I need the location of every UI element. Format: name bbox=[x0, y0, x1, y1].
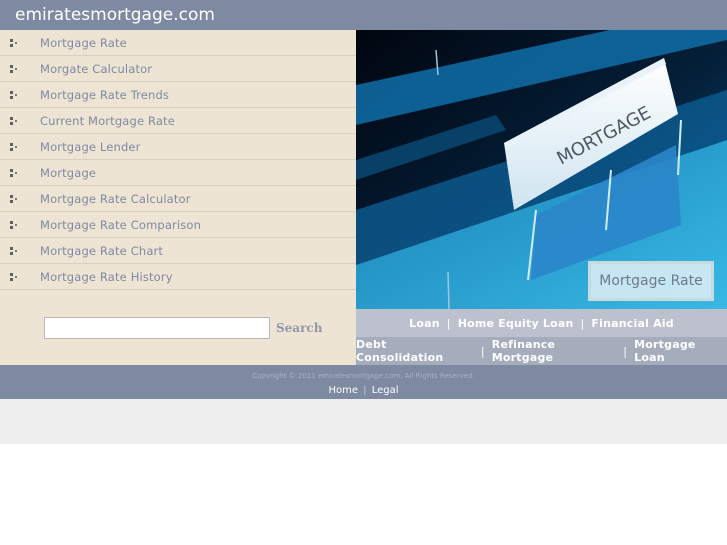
sidebar-item-label[interactable]: Mortgage Rate Calculator bbox=[40, 192, 191, 206]
sidebar-item-mortgage-lender[interactable]: Mortgage Lender bbox=[0, 134, 356, 160]
sidebar-item-mortgage[interactable]: Mortgage bbox=[0, 160, 356, 186]
footer-link-home[interactable]: Home bbox=[328, 385, 358, 396]
sidebar-item-mortgage-rate-comparison[interactable]: Mortgage Rate Comparison bbox=[0, 212, 356, 238]
bullet-icon bbox=[0, 82, 40, 108]
hero-image: MORTGAGE Mortgage Rate bbox=[356, 30, 727, 309]
sidebar-item-label[interactable]: Mortgage bbox=[40, 166, 96, 180]
sidebar-item-label[interactable]: Mortgage Rate Trends bbox=[40, 88, 169, 102]
sidebar-item-label[interactable]: Mortgage Rate Chart bbox=[40, 244, 163, 258]
sidebar-item-mortgage-rate-trends[interactable]: Mortgage Rate Trends bbox=[0, 82, 356, 108]
sidebar-nav: Mortgage Rate Morgate Calculator Mortgag… bbox=[0, 30, 356, 290]
sidebar-item-label[interactable]: Current Mortgage Rate bbox=[40, 114, 175, 128]
site-title[interactable]: emiratesmortgage.com bbox=[15, 5, 215, 25]
sidebar-item-mortgage-rate-history[interactable]: Mortgage Rate History bbox=[0, 264, 356, 290]
site-footer: Copyright © 2011 emiratesmortgage.com. A… bbox=[0, 365, 727, 399]
footer-link-legal[interactable]: Legal bbox=[372, 385, 399, 396]
sidebar-item-mortgage-rate[interactable]: Mortgage Rate bbox=[0, 30, 356, 56]
sidebar-item-label[interactable]: Mortgage Rate History bbox=[40, 270, 173, 284]
sidebar-item-current-mortgage-rate[interactable]: Current Mortgage Rate bbox=[0, 108, 356, 134]
link-debt-consolidation[interactable]: Debt Consolidation bbox=[356, 338, 474, 364]
sidebar-item-label[interactable]: Mortgage Rate Comparison bbox=[40, 218, 201, 232]
separator: | bbox=[580, 316, 585, 330]
separator: | bbox=[480, 344, 485, 358]
sidebar-item-mortgage-rate-calculator[interactable]: Mortgage Rate Calculator bbox=[0, 186, 356, 212]
separator: | bbox=[363, 385, 367, 396]
copyright-text: Copyright © 2011 emiratesmortgage.com. A… bbox=[252, 372, 475, 380]
bullet-icon bbox=[0, 264, 40, 290]
links-row-1: Loan | Home Equity Loan | Financial Aid bbox=[356, 309, 727, 337]
separator: | bbox=[446, 316, 451, 330]
bullet-icon bbox=[0, 212, 40, 238]
hero-caption-button[interactable]: Mortgage Rate bbox=[588, 261, 714, 301]
bottom-band bbox=[0, 399, 727, 444]
links-row-2: Debt Consolidation | Refinance Mortgage … bbox=[356, 337, 727, 365]
bullet-icon bbox=[0, 108, 40, 134]
site-header: emiratesmortgage.com bbox=[0, 0, 727, 30]
bullet-icon bbox=[0, 134, 40, 160]
sidebar-item-mortgage-rate-chart[interactable]: Mortgage Rate Chart bbox=[0, 238, 356, 264]
link-loan[interactable]: Loan bbox=[409, 317, 440, 330]
link-home-equity-loan[interactable]: Home Equity Loan bbox=[458, 317, 574, 330]
search-form: Search bbox=[44, 317, 322, 339]
footer-links: Home | Legal bbox=[0, 385, 727, 397]
bullet-icon bbox=[0, 30, 40, 56]
sidebar-item-morgate-calculator[interactable]: Morgate Calculator bbox=[0, 56, 356, 82]
sidebar-item-label[interactable]: Morgate Calculator bbox=[40, 62, 152, 76]
link-financial-aid[interactable]: Financial Aid bbox=[591, 317, 673, 330]
sidebar-item-label[interactable]: Mortgage Rate bbox=[40, 36, 127, 50]
separator: | bbox=[623, 344, 628, 358]
bullet-icon bbox=[0, 56, 40, 82]
search-button[interactable]: Search bbox=[276, 321, 322, 335]
bullet-icon bbox=[0, 160, 40, 186]
link-refinance-mortgage[interactable]: Refinance Mortgage bbox=[492, 338, 616, 364]
bullet-icon bbox=[0, 186, 40, 212]
bullet-icon bbox=[0, 238, 40, 264]
link-mortgage-loan[interactable]: Mortgage Loan bbox=[634, 338, 727, 364]
sidebar-item-label[interactable]: Mortgage Lender bbox=[40, 140, 141, 154]
sidebar: Mortgage Rate Morgate Calculator Mortgag… bbox=[0, 30, 356, 365]
search-input[interactable] bbox=[44, 317, 270, 339]
